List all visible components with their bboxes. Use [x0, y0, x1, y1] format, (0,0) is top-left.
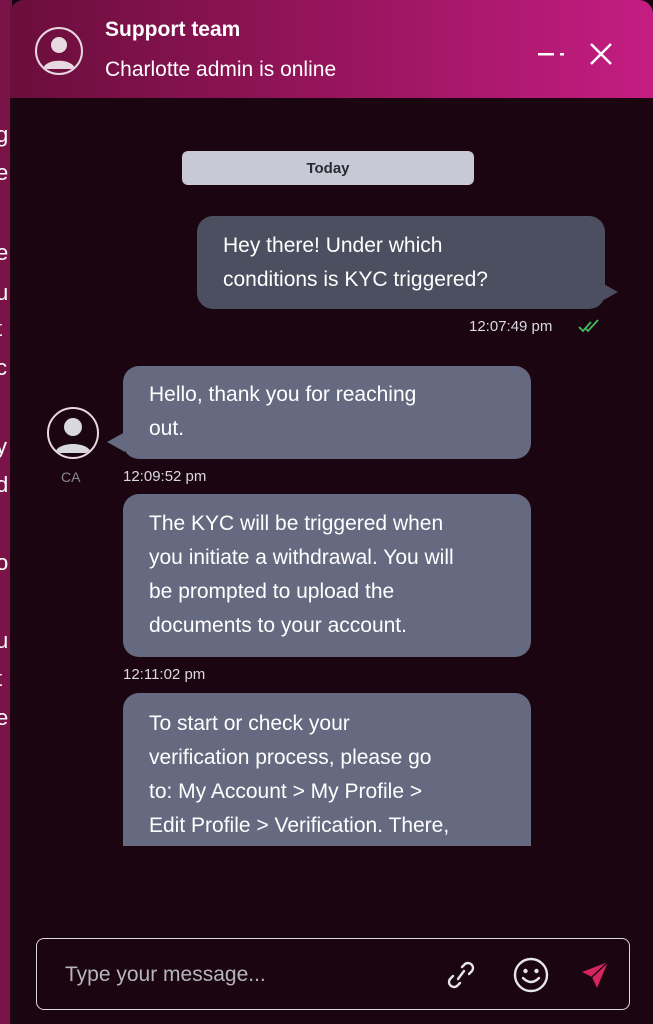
- agent-avatar: [47, 407, 99, 459]
- chat-widget: Support team Charlotte admin is online T…: [10, 0, 653, 1024]
- outgoing-bubble-tail: [600, 282, 618, 302]
- message-timestamp: 12:11:02 pm: [123, 666, 206, 683]
- attach-button[interactable]: [441, 955, 481, 995]
- link-icon: [447, 961, 475, 989]
- background-letter: y: [0, 434, 7, 459]
- background-letter: e: [0, 705, 9, 730]
- background-letter: u: [0, 280, 9, 305]
- incoming-message: To start or check your verification proc…: [123, 693, 531, 846]
- background-letter: t: [0, 666, 2, 692]
- user-icon: [55, 418, 91, 453]
- incoming-message: The KYC will be triggered when you initi…: [123, 494, 531, 657]
- emoji-button[interactable]: [511, 955, 551, 995]
- background-letter: d: [0, 472, 9, 497]
- background-letter: e: [0, 160, 9, 185]
- message-composer: [36, 938, 630, 1010]
- outgoing-message: Hey there! Under which conditions is KYC…: [197, 216, 605, 309]
- agent-initials: CA: [61, 469, 81, 485]
- background-letter: o: [0, 550, 9, 575]
- smiley-icon: [513, 957, 549, 993]
- message-timestamp: 12:07:49 pm: [469, 318, 553, 335]
- send-button[interactable]: [575, 955, 615, 995]
- background-letter: g: [0, 122, 9, 147]
- message-list[interactable]: Today Hey there! Under which conditions …: [10, 0, 653, 846]
- background-letter: e: [0, 240, 9, 265]
- send-icon: [582, 961, 609, 988]
- background-letter: u: [0, 628, 9, 653]
- background-letter: t: [0, 316, 2, 342]
- background-letter: c: [0, 355, 7, 380]
- date-divider: Today: [182, 151, 474, 185]
- double-check-icon: [578, 319, 599, 333]
- message-timestamp: 12:09:52 pm: [123, 468, 207, 485]
- incoming-message: Hello, thank you for reaching out.: [123, 366, 531, 459]
- incoming-bubble-tail: [107, 432, 125, 452]
- message-input[interactable]: [63, 959, 407, 991]
